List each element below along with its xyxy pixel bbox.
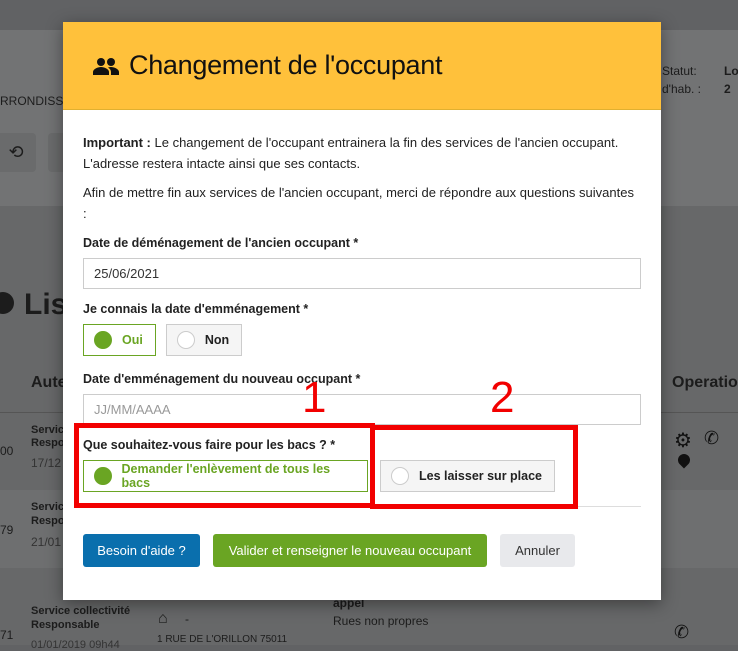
help-button[interactable]: Besoin d'aide ?	[83, 534, 200, 567]
col-operations: Operation	[672, 374, 738, 391]
move-out-date-input[interactable]: 25/06/2021	[83, 258, 641, 289]
annotation-number-1: 1	[302, 373, 327, 422]
move-out-label: Date de déménagement de l'ancien occupan…	[83, 236, 359, 250]
know-date-no-option[interactable]: Non	[165, 324, 243, 356]
phone-icon[interactable]: ✆	[674, 622, 689, 643]
row-type: Servic	[31, 501, 65, 513]
history-icon: ⟲	[8, 142, 24, 162]
row-date: 01/01/2019 09h44	[31, 639, 120, 651]
move-in-label: Date d'emménagement du nouveau occupant …	[83, 372, 361, 386]
row-dash: -	[185, 612, 189, 626]
building-icon: ⌂	[158, 610, 168, 627]
important-notice: Important : Le changement de l'occupant …	[83, 132, 641, 174]
row-date: 17/12	[31, 456, 62, 470]
radio-icon	[176, 331, 195, 349]
change-occupant-modal: Changement de l'occupant Important : Le …	[63, 22, 661, 600]
annotation-number-2: 2	[490, 373, 515, 422]
row-address: 1 RUE DE L'ORILLON 75011	[157, 634, 288, 645]
col-author: Aute	[31, 374, 67, 391]
important-label: Important :	[83, 135, 151, 150]
know-date-label: Je connais la date d'emménagement *	[83, 302, 309, 316]
option-label: Oui	[122, 333, 143, 347]
gear-icon[interactable]: ⚙	[674, 428, 692, 453]
phone-icon[interactable]: ✆	[704, 428, 719, 449]
intro-text: Afin de mettre fin aux services de l'anc…	[83, 185, 634, 221]
people-icon	[93, 57, 119, 75]
know-date-yes-option[interactable]: Oui	[83, 324, 156, 356]
row-type2: Responsable	[31, 619, 100, 631]
row-reason: Rues non propres	[333, 614, 429, 628]
move-in-date-input[interactable]: JJ/MM/AAAA	[83, 394, 641, 425]
status-value: Lo	[724, 64, 738, 78]
hab-value: 2	[724, 82, 731, 96]
row-type: Servic	[31, 424, 65, 436]
row-date: 21/01	[31, 535, 62, 549]
row-type2: Respo	[31, 515, 65, 527]
annotation-box-1	[74, 423, 375, 508]
row-type: Service collectivité	[31, 605, 131, 617]
option-label: Non	[204, 333, 230, 347]
history-button[interactable]: ⟲	[0, 133, 36, 172]
section-title: Lis	[24, 288, 68, 321]
row-id: 71	[0, 628, 14, 642]
row-id: 00	[0, 444, 14, 458]
modal-title: Changement de l'occupant	[129, 50, 443, 80]
important-text: Le changement de l'occupant entrainera l…	[83, 135, 619, 171]
radio-icon	[94, 331, 112, 349]
row-id: 79	[0, 523, 14, 537]
row-type2: Respo	[31, 437, 65, 449]
hab-label: d'hab. :	[662, 82, 701, 96]
status-label: Statut:	[662, 64, 697, 78]
modal-header: Changement de l'occupant	[63, 22, 661, 110]
annotation-box-2	[370, 425, 578, 509]
header-text: RRONDISS	[0, 94, 64, 108]
validate-button[interactable]: Valider et renseigner le nouveau occupan…	[213, 534, 487, 567]
cancel-button[interactable]: Annuler	[500, 534, 575, 567]
